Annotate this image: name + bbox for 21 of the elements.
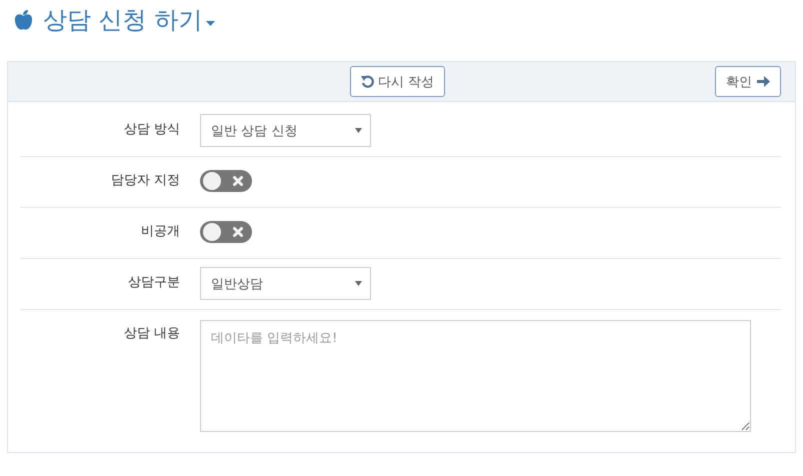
page-title: 상담 신청 하기 [43,5,202,36]
apple-icon [14,9,33,31]
field-label: 상담 내용 [122,325,181,343]
field-label: 담당자 지정 [110,172,181,190]
close-icon [232,175,244,187]
caret-icon [355,128,362,132]
reset-button[interactable]: 다시 작성 [350,66,446,97]
undo-icon [361,75,374,88]
close-icon [232,226,244,238]
text-area[interactable]: 데이타를 입력하세요! [200,320,751,432]
field-label: 상담구분 [127,274,181,292]
toggle-switch[interactable] [200,221,252,243]
caret-icon [355,280,362,286]
field-label: 비공개 [140,223,181,241]
dropdown[interactable]: 일반상담 [200,267,371,300]
arrow-right-icon [756,75,770,88]
confirm-button[interactable]: 확인 [715,66,781,97]
field-label: 상담 방식 [122,121,181,139]
caret-icon[interactable] [206,21,216,27]
toggle-switch[interactable] [200,170,252,192]
dropdown[interactable]: 일반 상담 신청 [200,114,371,147]
